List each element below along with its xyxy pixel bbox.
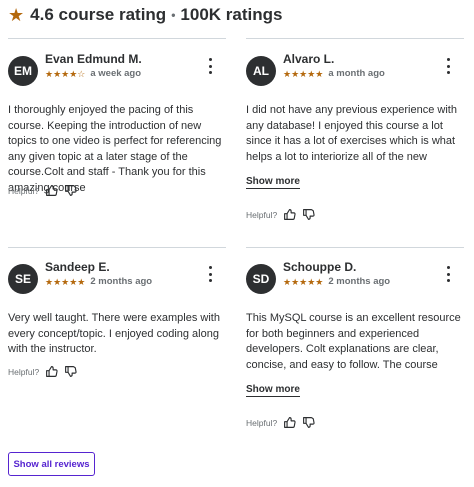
helpful-label: Helpful?	[246, 417, 278, 428]
separator-dot: •	[171, 8, 176, 22]
show-more-link[interactable]: Show more	[246, 384, 300, 397]
show-more-link[interactable]: Show more	[246, 176, 300, 189]
review-date: 2 months ago	[328, 276, 391, 287]
review-card: AL Alvaro L. ★★★★★ a month ago I did not…	[246, 52, 464, 226]
reviewer-name: Alvaro L.	[283, 52, 335, 66]
thumbs-up-icon[interactable]	[45, 365, 58, 378]
thumbs-down-icon[interactable]	[302, 208, 315, 221]
star-icon: ★	[8, 4, 25, 25]
more-options-icon[interactable]	[444, 266, 452, 282]
course-rating-text: 4.6 course rating	[30, 5, 167, 24]
helpful-row: Helpful?	[246, 416, 315, 429]
ratings-count: 100K ratings	[180, 5, 283, 24]
helpful-row: Helpful?	[8, 365, 77, 378]
thumbs-up-icon[interactable]	[283, 208, 296, 221]
divider	[8, 38, 226, 39]
review-text: This MySQL course is an excellent resour…	[246, 312, 461, 371]
reviewer-name: Schouppe D.	[283, 260, 357, 274]
review-meta: ★★★★☆ a week ago	[45, 68, 141, 79]
review-text: I thoroughly enjoyed the pacing of this …	[8, 104, 222, 194]
divider	[246, 38, 464, 39]
review-meta: ★★★★★ 2 months ago	[283, 276, 390, 287]
avatar: AL	[246, 56, 276, 86]
review-meta: ★★★★★ 2 months ago	[45, 276, 152, 287]
helpful-label: Helpful?	[246, 209, 278, 220]
helpful-row: Helpful?	[8, 184, 77, 197]
course-rating-header: ★ 4.6 course rating • 100K ratings	[8, 4, 282, 26]
star-rating: ★★★★★	[283, 68, 324, 79]
review-text: Very well taught. There were examples wi…	[8, 312, 220, 356]
thumbs-up-icon[interactable]	[45, 184, 58, 197]
star-rating: ★★★★★	[283, 276, 324, 287]
review-date: 2 months ago	[90, 276, 153, 287]
review-text: I did not have any previous experience w…	[246, 104, 457, 163]
more-options-icon[interactable]	[206, 58, 214, 74]
avatar: EM	[8, 56, 38, 86]
review-card: EM Evan Edmund M. ★★★★☆ a week ago I tho…	[8, 52, 226, 206]
review-date: a week ago	[90, 68, 142, 79]
helpful-label: Helpful?	[8, 366, 40, 377]
thumbs-down-icon[interactable]	[64, 365, 77, 378]
show-all-reviews-button[interactable]: Show all reviews	[8, 452, 95, 476]
reviewer-name: Evan Edmund M.	[45, 52, 142, 66]
more-options-icon[interactable]	[444, 58, 452, 74]
review-card: SD Schouppe D. ★★★★★ 2 months ago This M…	[246, 260, 464, 434]
helpful-row: Helpful?	[246, 208, 315, 221]
review-meta: ★★★★★ a month ago	[283, 68, 385, 79]
star-rating: ★★★★☆	[45, 68, 86, 79]
divider	[8, 247, 226, 248]
avatar: SE	[8, 264, 38, 294]
review-date: a month ago	[328, 68, 385, 79]
thumbs-down-icon[interactable]	[64, 184, 77, 197]
reviewer-name: Sandeep E.	[45, 260, 110, 274]
divider	[246, 247, 464, 248]
more-options-icon[interactable]	[206, 266, 214, 282]
avatar: SD	[246, 264, 276, 294]
review-card: SE Sandeep E. ★★★★★ 2 months ago Very we…	[8, 260, 226, 384]
thumbs-down-icon[interactable]	[302, 416, 315, 429]
star-rating: ★★★★★	[45, 276, 86, 287]
helpful-label: Helpful?	[8, 185, 40, 196]
thumbs-up-icon[interactable]	[283, 416, 296, 429]
